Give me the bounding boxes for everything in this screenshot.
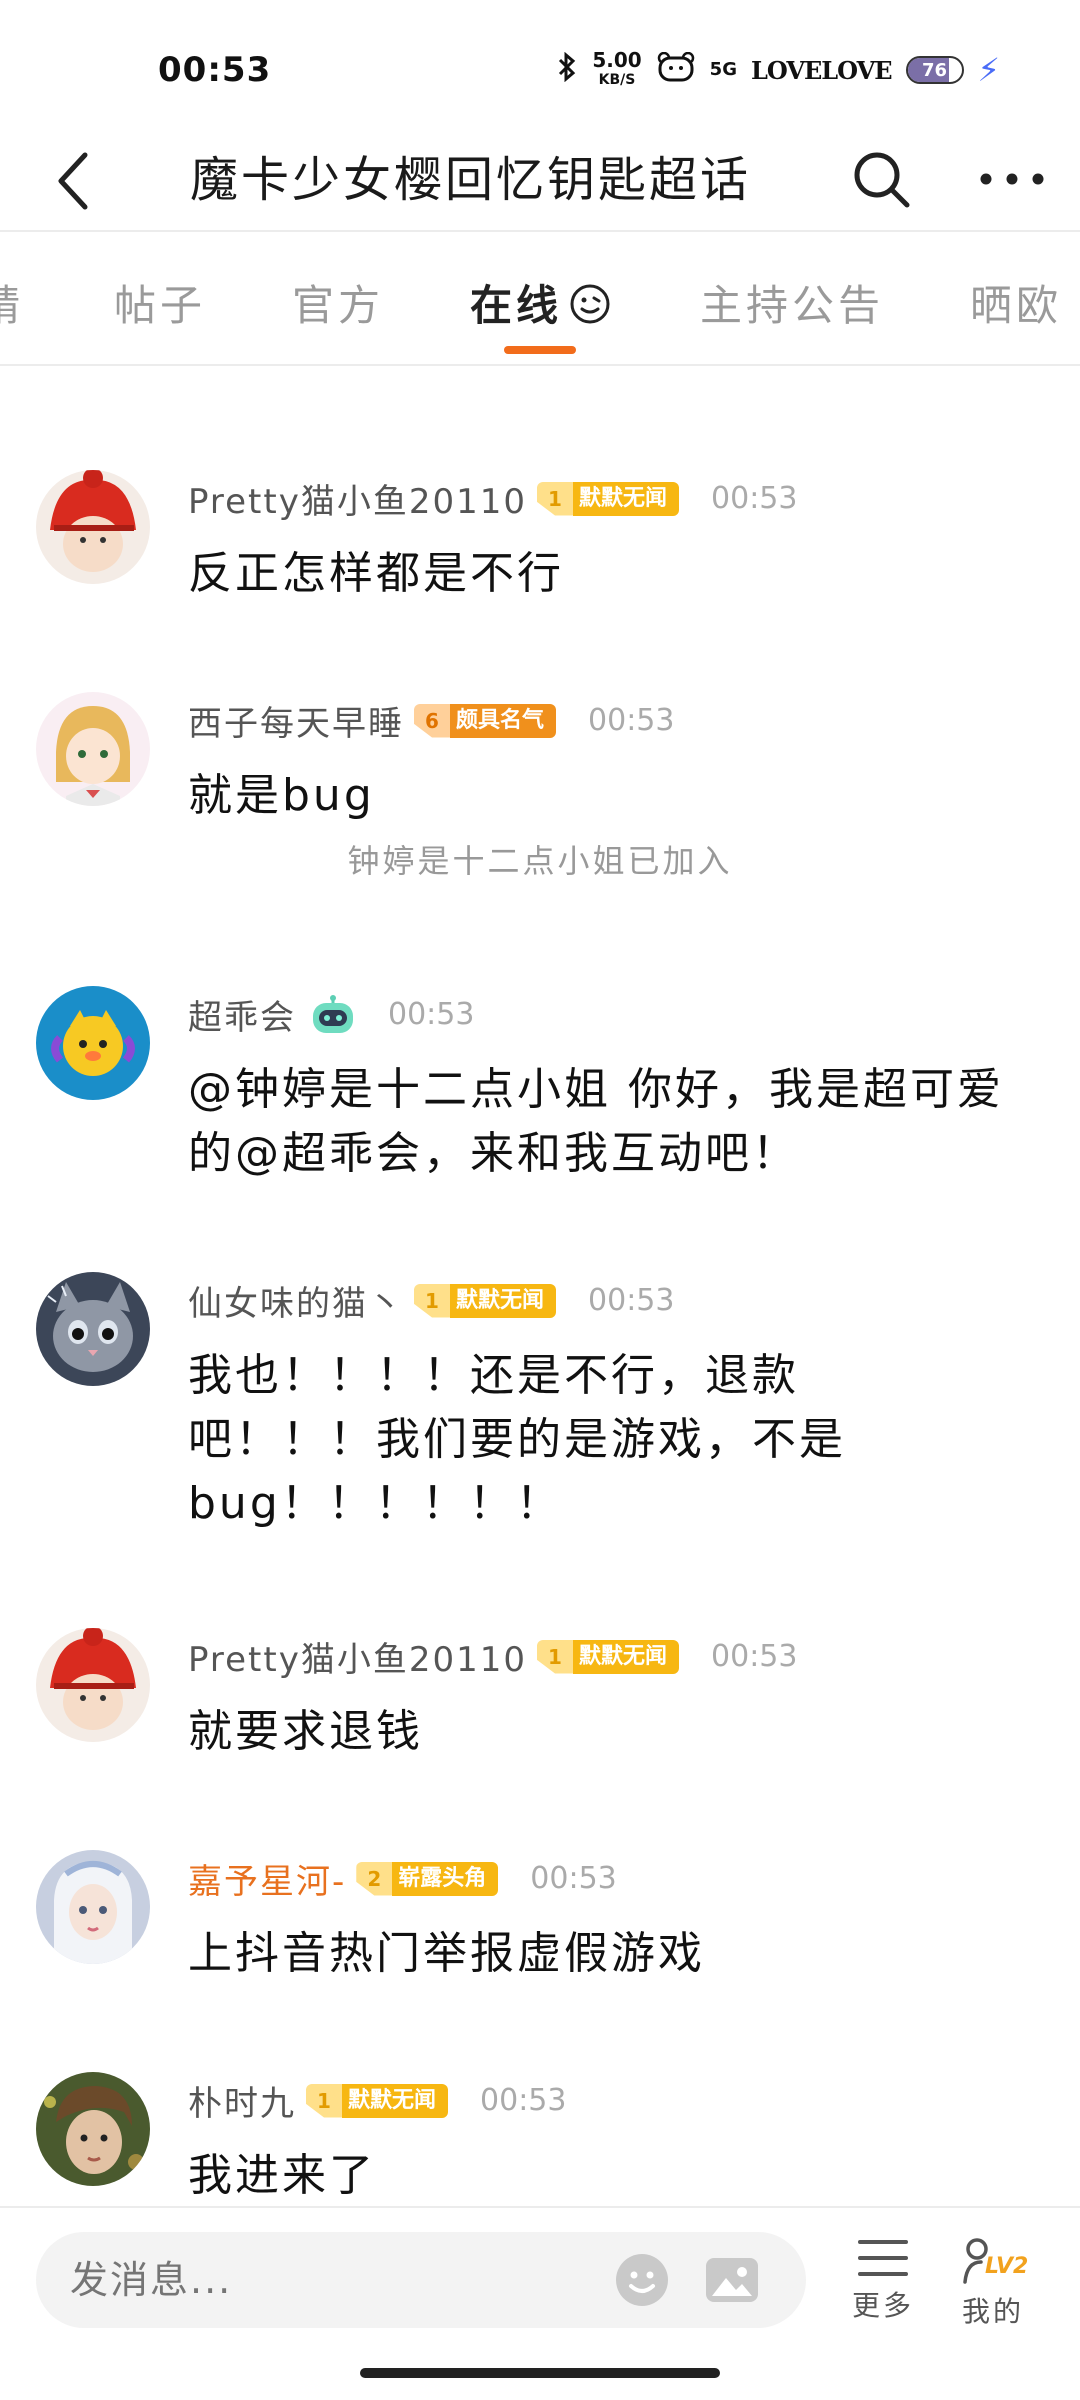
badge-label: 默默无闻 (450, 1283, 557, 1318)
home-indicator[interactable] (360, 2368, 720, 2378)
level-badge: 6 颇具名气 (414, 703, 557, 738)
page-title: 魔卡少女樱回忆钥匙超话 (190, 152, 752, 208)
badge-label: 崭露头角 (392, 1861, 499, 1896)
level-badge: 1 默默无闻 (537, 481, 680, 516)
tab-posts[interactable]: 帖子 (114, 272, 206, 333)
message-text: 反正怎样都是不行 (188, 548, 564, 599)
list-icon (858, 2240, 908, 2276)
message-text: 我进来了 (188, 2150, 376, 2201)
status-icons: 5.00 KB/S 5G LOVELOVE 76 ⚡ (556, 50, 1000, 90)
level-number: 1 (537, 481, 573, 516)
more-dots-icon (980, 173, 1044, 185)
level-badge: 1 默默无闻 (537, 1639, 680, 1674)
level-number: 6 (414, 703, 450, 738)
username[interactable]: 西子每天早睡 (188, 696, 404, 745)
username[interactable]: Pretty猫小鱼20110 (188, 1632, 527, 1681)
network-type: 5G (709, 59, 737, 80)
avatar[interactable] (36, 692, 150, 806)
back-button[interactable] (40, 148, 106, 214)
badge-label: 默默无闻 (573, 481, 680, 516)
message-text: 就是bug (188, 770, 375, 821)
username[interactable]: 朴时九 (188, 2076, 296, 2125)
message-meta: 仙女味的猫丶 1 默默无闻 00:53 (188, 1276, 674, 1325)
message-time: 00:53 (588, 703, 675, 738)
message-meta: 超乖会 00:53 (188, 990, 474, 1039)
avatar[interactable] (36, 1628, 150, 1742)
level-tag: LV2 (985, 2254, 1029, 2279)
message-time: 00:53 (530, 1861, 617, 1896)
avatar[interactable] (36, 470, 150, 584)
robot-icon (310, 994, 356, 1035)
message-time: 00:53 (711, 481, 798, 516)
bluetooth-icon (556, 51, 578, 88)
more-menu-button[interactable]: 更多 (828, 2236, 938, 2324)
level-number: 2 (356, 1861, 393, 1896)
net-speed: 5.00 KB/S (592, 50, 641, 90)
search-icon (854, 152, 910, 208)
back-arrow-icon (58, 152, 88, 210)
badge-label: 默默无闻 (342, 2083, 449, 2118)
message-meta: Pretty猫小鱼20110 1 默默无闻 00:53 (188, 1632, 797, 1681)
avatar[interactable] (36, 1272, 150, 1386)
avatar[interactable] (36, 1850, 150, 1964)
message-time: 00:53 (388, 997, 475, 1032)
battery-level: 76 (922, 59, 948, 81)
search-button[interactable] (846, 144, 916, 214)
username[interactable]: 仙女味的猫丶 (188, 1276, 404, 1325)
level-badge: 1 默默无闻 (306, 2083, 449, 2118)
message-time: 00:53 (480, 2083, 567, 2118)
emoji-icon (616, 2254, 668, 2306)
active-tab-indicator (504, 346, 576, 354)
avatar[interactable] (36, 986, 150, 1100)
message-text: @钟婷是十二点小姐 你好，我是超可爱的@超乖会，来和我互动吧！ (188, 1064, 1004, 1179)
net-speed-value: 5.00 (592, 48, 642, 72)
status-bar: 00:53 5.00 KB/S 5G LOVELOVE 76 ⚡ (0, 0, 1080, 130)
tab-show[interactable]: 晒欧 (970, 272, 1062, 333)
profile-icon: LV2 (953, 2236, 1033, 2286)
avatar[interactable] (36, 2072, 150, 2186)
tab-host-notice[interactable]: 主持公告 (700, 272, 884, 333)
charging-icon: ⚡ (977, 51, 1000, 89)
mine-label: 我的 (961, 2295, 1024, 2328)
image-icon (706, 2258, 758, 2302)
level-number: 1 (306, 2083, 342, 2118)
system-join-notice: 钟婷是十二点小姐已加入 (347, 842, 733, 880)
message-meta: 嘉予星河- 2 崭露头角 00:53 (188, 1854, 617, 1903)
level-number: 1 (537, 1639, 573, 1674)
badge-label: 默默无闻 (573, 1639, 680, 1674)
message-meta: Pretty猫小鱼20110 1 默默无闻 00:53 (188, 474, 797, 523)
status-time: 00:53 (158, 50, 272, 90)
message-time: 00:53 (711, 1639, 798, 1674)
mine-button[interactable]: LV2 我的 (938, 2236, 1048, 2330)
more-menu-label: 更多 (851, 2289, 914, 2322)
love-text: LOVELOVE (750, 55, 893, 85)
username[interactable]: 超乖会 (188, 990, 296, 1039)
message-meta: 西子每天早睡 6 颇具名气 00:53 (188, 696, 674, 745)
message-meta: 朴时九 1 默默无闻 00:53 (188, 2076, 566, 2125)
tab-jing[interactable]: 精 (0, 272, 24, 333)
tab-bar: 精 帖子 官方 在线 主持公告 晒欧 (0, 232, 1080, 366)
smiley-icon (568, 282, 612, 336)
battery-icon: 76 (905, 56, 964, 84)
level-number: 1 (414, 1283, 450, 1318)
badge-label: 颇具名气 (450, 703, 557, 738)
message-text: 我也！！！！还是不行，退款吧！！！我们要的是游戏，不是bug！！！！！！ (188, 1350, 846, 1529)
username[interactable]: Pretty猫小鱼20110 (188, 474, 527, 523)
header: 魔卡少女樱回忆钥匙超话 (0, 130, 1080, 232)
more-button[interactable] (972, 144, 1052, 214)
net-speed-unit: KB/S (598, 72, 636, 88)
bear-icon (656, 51, 696, 88)
tab-online[interactable]: 在线 (470, 272, 612, 336)
emoji-button[interactable] (614, 2252, 670, 2308)
message-input[interactable] (36, 2232, 806, 2328)
level-badge: 1 默默无闻 (414, 1283, 557, 1318)
message-text: 上抖音热门举报虚假游戏 (188, 1928, 705, 1979)
tab-official[interactable]: 官方 (292, 272, 384, 333)
image-button[interactable] (704, 2252, 760, 2308)
message-text: 就要求退钱 (188, 1706, 423, 1757)
username[interactable]: 嘉予星河- (188, 1854, 346, 1903)
tab-online-label: 在线 (470, 281, 563, 330)
message-time: 00:53 (588, 1283, 675, 1318)
level-badge: 2 崭露头角 (356, 1861, 499, 1896)
